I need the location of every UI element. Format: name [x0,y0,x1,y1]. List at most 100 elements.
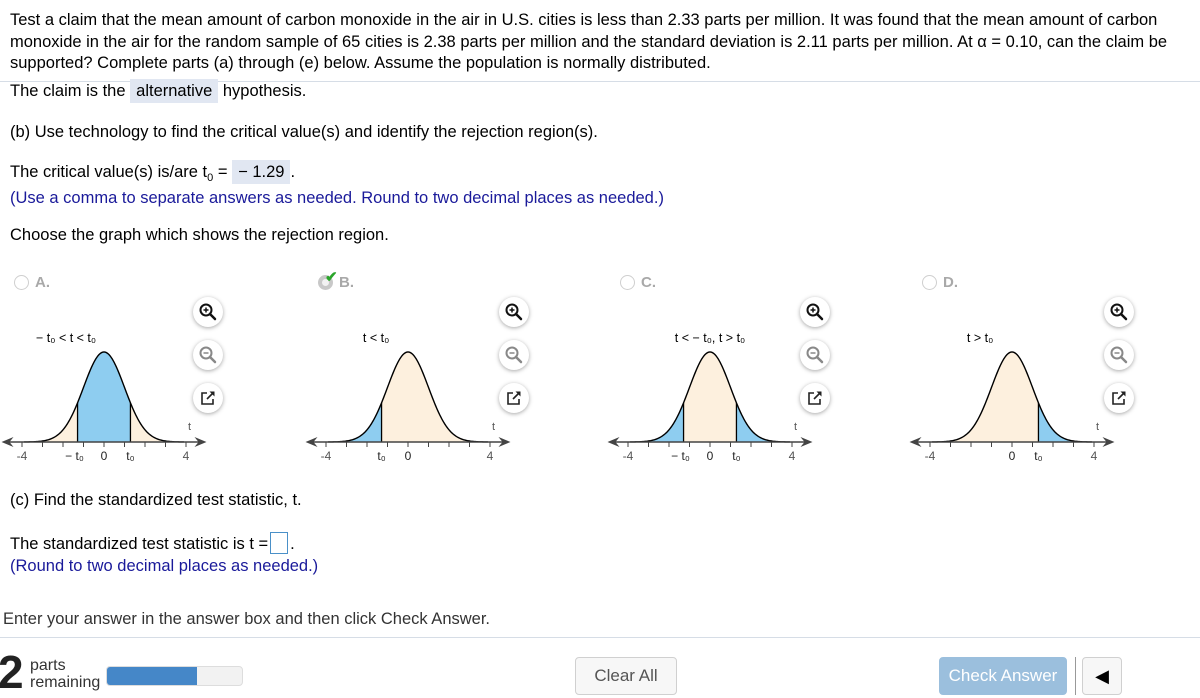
part-b-heading: (b) Use technology to find the critical … [10,123,598,141]
zoom-out-icon [505,346,523,364]
option-radio-label[interactable]: D. [922,274,958,291]
popout-icon [200,390,216,406]
radio-button[interactable] [922,275,937,290]
option-b[interactable]: ✔ B. -4 t₀ 0 4 t t < t₀ [305,269,529,463]
parts-remaining-label: parts remaining [30,657,100,691]
option-c[interactable]: C. -4 − t₀ 0 t₀ 4 t t < − t₀, t > t₀ [607,274,830,463]
tick-label: -4 [925,449,936,463]
non-rejection-region [683,352,737,442]
popout-icon [1111,390,1127,406]
option-letter: C. [641,274,656,291]
part-a-answer[interactable]: alternative [130,79,219,103]
tick-label: 4 [487,449,494,463]
zoom-in-button[interactable] [193,297,223,327]
remaining-label: remaining [30,674,101,691]
zoom-in-icon [199,303,217,321]
choose-graph-prompt: Choose the graph which shows the rejecti… [10,226,389,244]
tick-label: 0 [707,449,714,463]
axis-label: t [188,421,191,433]
previous-button[interactable]: ◀ [1082,657,1122,695]
triangle-left-icon: ◀ [1095,665,1109,686]
rejection-region [630,402,684,442]
zoom-in-button[interactable] [1104,297,1134,327]
popout-button[interactable] [193,383,223,413]
axis-label: t [1096,421,1099,433]
parts-label: parts [30,657,66,674]
critical-equals: = [217,163,228,181]
test-statistic-prefix: The standardized test statistic is t = [10,535,269,553]
non-rejection-region [130,402,184,442]
popout-button[interactable] [499,383,529,413]
distribution-chart: -4 − t₀ 0 t₀ 4 t − t₀ < t < t₀ [1,331,207,463]
zoom-out-button[interactable] [193,340,223,370]
zoom-out-button[interactable] [1104,340,1134,370]
zoom-out-icon [199,346,217,364]
non-rejection-region [381,352,488,442]
zoom-out-button[interactable] [499,340,529,370]
tick-label: − t₀ [671,449,690,463]
part-b-hint: (Use a comma to separate answers as need… [10,189,664,207]
popout-icon [506,390,522,406]
tick-label: t₀ [377,449,385,463]
clear-all-button[interactable]: Clear All [575,657,677,695]
radio-button[interactable] [620,275,635,290]
radio-button[interactable] [14,275,29,290]
tick-label: -4 [623,449,634,463]
question-text: Test a claim that the mean amount of car… [10,11,1168,72]
critical-period: . [290,163,296,181]
popout-button[interactable] [800,383,830,413]
region-label: − t₀ < t < t₀ [36,331,96,345]
parts-remaining-count: 2 [0,646,24,698]
critical-value-answer[interactable]: − 1.29 [232,160,291,184]
distribution-chart: -4 − t₀ 0 t₀ 4 t t < − t₀, t > t₀ [607,331,813,463]
instruction-text: Enter your answer in the answer box and … [3,610,490,628]
option-a[interactable]: A. -4 − t₀ 0 t₀ 4 t − t₀ < t < t₀ [1,274,223,463]
axis-label: t [492,421,495,433]
part-a-line: The claim is the alternative hypothesis. [10,79,307,103]
rejection-region [328,402,382,442]
test-statistic-input[interactable] [270,532,289,554]
zoom-out-icon [806,346,824,364]
critical-prefix: The critical value(s) is/are t [10,163,208,181]
part-a-suffix: hypothesis. [222,82,307,100]
option-d[interactable]: D. -4 0 t₀ 4 t t > t₀ [909,274,1134,463]
tick-label: 4 [789,449,796,463]
radio-selected[interactable]: ✔ [318,269,338,290]
check-answer-button[interactable]: Check Answer [939,657,1067,695]
critical-subscript: 0 [207,172,214,184]
non-rejection-region [932,352,1039,442]
zoom-in-icon [1110,303,1128,321]
tick-label: 4 [1091,449,1098,463]
progress-bar-fill [107,667,198,685]
popout-button[interactable] [1104,383,1134,413]
rejection-region [77,352,131,442]
critical-value-line: The critical value(s) is/are t0 = − 1.29… [10,160,296,184]
progress-bar [106,666,243,686]
button-separator [1075,657,1076,695]
part-a-prefix: The claim is the [10,82,126,100]
tick-label: 0 [101,449,108,463]
popout-icon [807,390,823,406]
footer-divider [0,637,1200,638]
test-statistic-line: The standardized test statistic is t =. [10,532,295,554]
test-statistic-period: . [290,535,295,553]
tick-label: t₀ [126,449,134,463]
tick-label: t₀ [1034,449,1042,463]
tick-label: t₀ [732,449,740,463]
distribution-chart: -4 t₀ 0 4 t t < t₀ [305,331,511,463]
option-letter: D. [943,274,958,291]
zoom-in-button[interactable] [499,297,529,327]
zoom-in-icon [806,303,824,321]
axis-label: t [794,421,797,433]
option-radio-label[interactable]: A. [14,274,50,291]
checkmark-icon: ✔ [325,269,338,286]
option-radio-label[interactable]: C. [620,274,656,291]
region-label: t < − t₀, t > t₀ [675,331,745,345]
option-radio-label[interactable]: ✔ B. [318,269,354,291]
option-letter: B. [339,274,354,291]
tick-label: -4 [321,449,332,463]
part-c-hint: (Round to two decimal places as needed.) [10,557,319,575]
tick-label: − t₀ [65,449,84,463]
zoom-in-button[interactable] [800,297,830,327]
zoom-out-button[interactable] [800,340,830,370]
